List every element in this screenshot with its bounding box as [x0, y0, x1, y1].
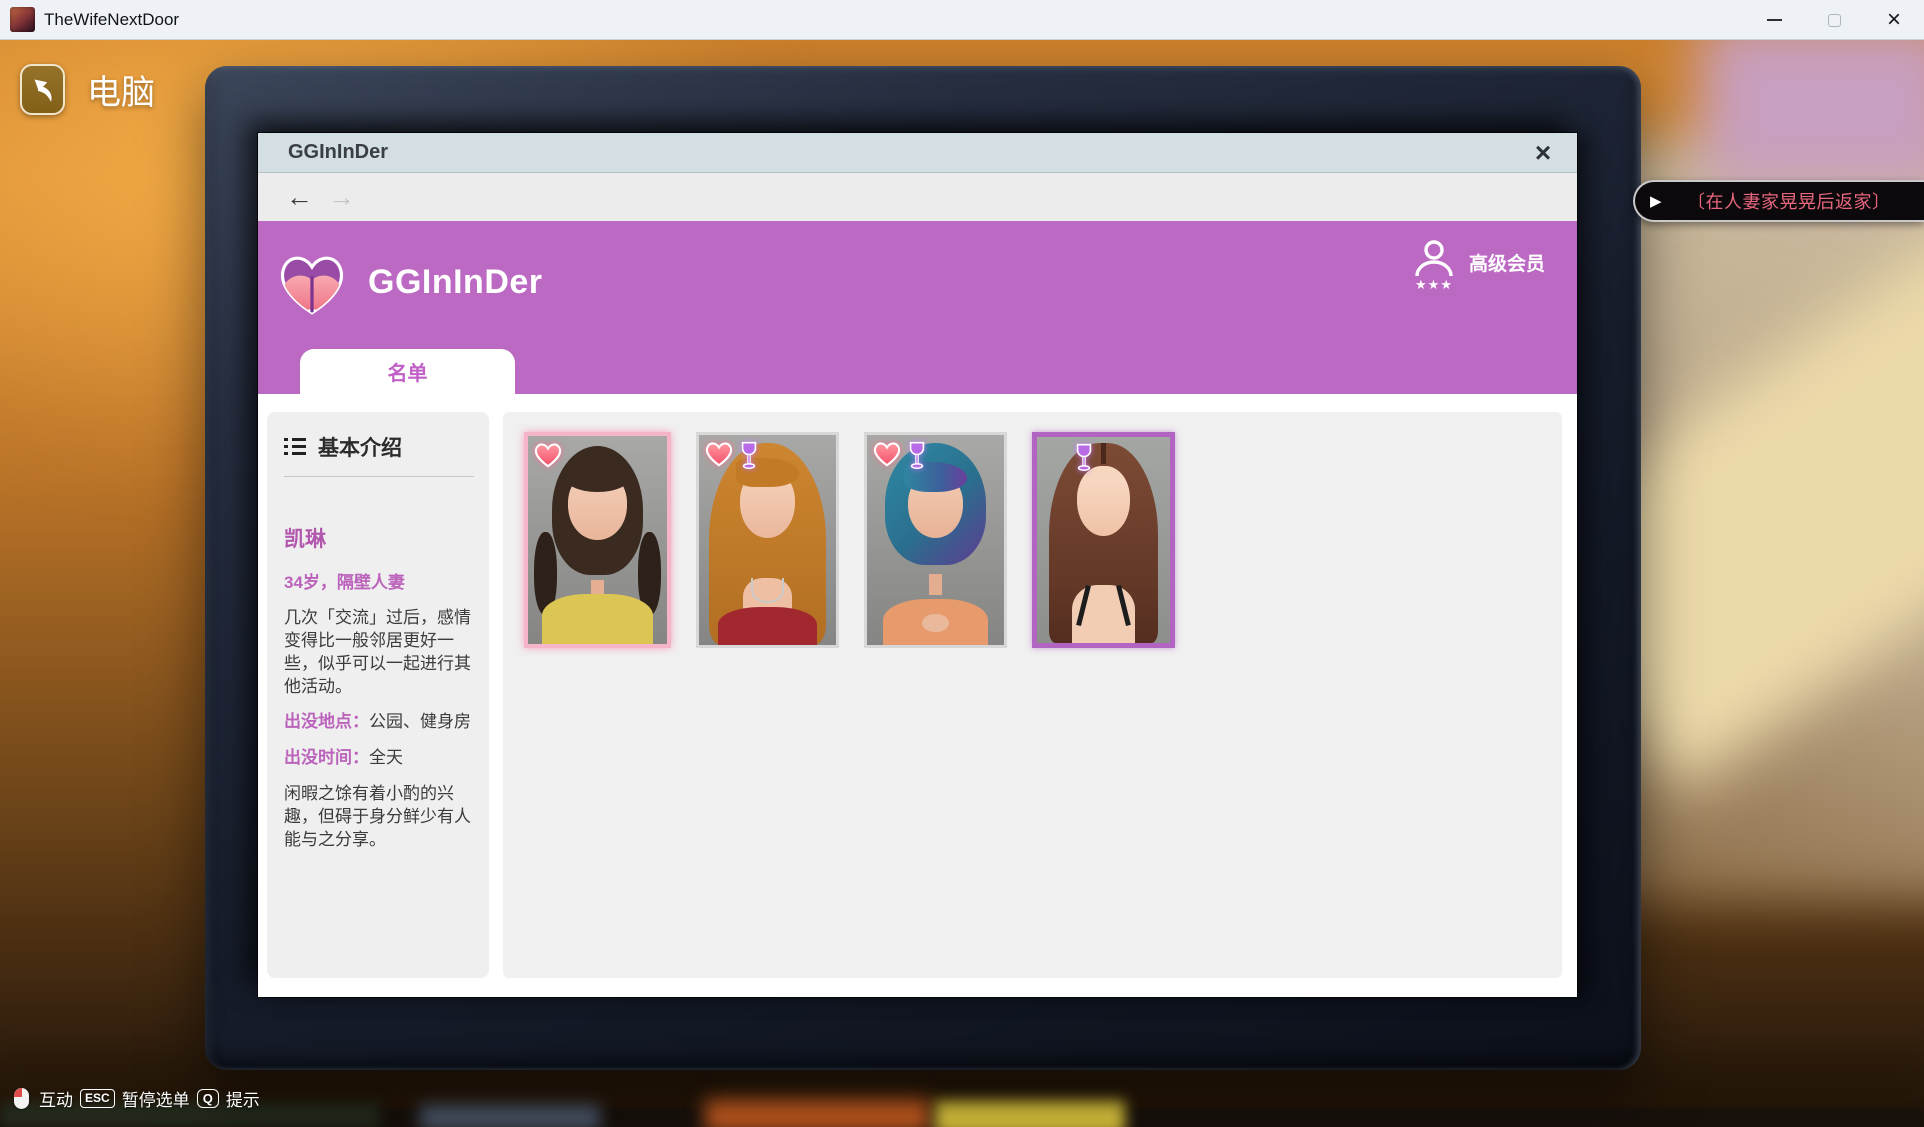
- event-choice-label: 〔在人妻家晃晃后返家〕: [1662, 188, 1924, 214]
- location-value: 公园、健身房: [369, 712, 471, 731]
- monitor-screen: GGInInDer × ← →: [258, 133, 1577, 997]
- control-hints-bar: 互动 ESC 暂停选单 Q 提示: [14, 1086, 260, 1111]
- profile-time-row: 出没时间：全天: [284, 746, 474, 769]
- forward-arrow-icon: →: [328, 182, 355, 212]
- monitor: GGInInDer × ← →: [205, 66, 1641, 1070]
- close-icon: ×: [1887, 8, 1901, 32]
- section-title: 基本介绍: [318, 432, 402, 462]
- brand-heart-logo: [275, 251, 349, 317]
- member-person-icon: [1411, 235, 1457, 281]
- pause-menu-label: 暂停选单: [122, 1086, 190, 1111]
- time-label: 出没时间：: [284, 748, 369, 767]
- back-button[interactable]: [20, 64, 65, 115]
- event-choice-button[interactable]: ▶ 〔在人妻家晃晃后返家〕: [1633, 180, 1924, 222]
- app-close-button[interactable]: ×: [1523, 133, 1563, 173]
- profile-card-grid: [503, 412, 1562, 978]
- minimize-icon: [1767, 19, 1782, 21]
- os-window-title: TheWifeNextDoor: [44, 0, 179, 40]
- time-value: 全天: [369, 748, 403, 767]
- q-key-badge: Q: [197, 1089, 219, 1108]
- list-icon: [284, 438, 306, 456]
- minimize-button[interactable]: [1744, 0, 1804, 40]
- back-arrow-icon: [29, 76, 57, 104]
- app-content: 基本介绍 凯琳 34岁，隔壁人妻 几次「交流」过后，感情变得比一般邻居更好一些，…: [258, 394, 1577, 997]
- profile-card-4[interactable]: [1032, 432, 1175, 648]
- close-icon: ×: [1535, 137, 1551, 169]
- heart-icon: [872, 440, 902, 468]
- background-pink-blur: [1700, 20, 1924, 190]
- play-icon: ▶: [1650, 192, 1662, 210]
- maximize-icon: [1828, 14, 1841, 27]
- back-arrow-icon: ←: [286, 182, 313, 212]
- background-desk-item: [705, 1098, 930, 1127]
- mouse-icon: [14, 1088, 29, 1109]
- hint-label: 提示: [226, 1086, 260, 1111]
- app-header: GGInInDer ★★★ 高级会员 ★ 名单: [258, 221, 1577, 394]
- brand-name: GGInInDer: [368, 263, 543, 302]
- interact-hint-label: 互动: [39, 1086, 73, 1111]
- app-icon: [10, 7, 35, 32]
- tab-list[interactable]: 名单: [300, 349, 515, 394]
- background-desk-item: [935, 1100, 1125, 1127]
- profile-card-3[interactable]: [864, 432, 1007, 648]
- profile-card-2[interactable]: [696, 432, 839, 648]
- profile-location-row: 出没地点：公园、健身房: [284, 710, 474, 733]
- background-desk-item: [420, 1104, 600, 1127]
- profile-name: 凯琳: [284, 523, 474, 553]
- profile-description-1: 几次「交流」过后，感情变得比一般邻居更好一些，似乎可以一起进行其他活动。: [284, 606, 474, 698]
- member-stars-icon: ★★★: [1403, 277, 1465, 293]
- nav-back-button[interactable]: ←: [286, 182, 328, 213]
- wine-glass-icon: [906, 440, 928, 471]
- wine-glass-icon: [1073, 442, 1095, 473]
- heart-icon: [704, 440, 734, 468]
- app-navbar: ← →: [258, 173, 1577, 221]
- heart-icon: [533, 441, 563, 469]
- app-window-title: GGInInDer: [288, 141, 388, 164]
- nav-forward-button[interactable]: →: [328, 182, 370, 213]
- profile-photo: [1037, 437, 1170, 643]
- profile-subtitle: 34岁，隔壁人妻: [284, 568, 474, 593]
- computer-label: 电脑: [87, 65, 155, 114]
- gginin-der-titlebar[interactable]: GGInInDer ×: [258, 133, 1577, 173]
- game-screen: TheWifeNextDoor × 电脑 GGInInDer × ← →: [0, 0, 1924, 1127]
- wine-glass-icon: [738, 440, 760, 471]
- profile-info-panel: 基本介绍 凯琳 34岁，隔壁人妻 几次「交流」过后，感情变得比一般邻居更好一些，…: [267, 412, 489, 978]
- close-window-button[interactable]: ×: [1864, 0, 1924, 40]
- divider: [284, 476, 474, 477]
- esc-key-badge: ESC: [80, 1089, 115, 1108]
- maximize-button[interactable]: [1804, 0, 1864, 40]
- location-label: 出没地点：: [284, 712, 369, 731]
- membership-label: 高级会员: [1469, 249, 1545, 276]
- profile-description-2: 闲暇之馀有着小酌的兴趣，但碍于身分鲜少有人能与之分享。: [284, 782, 474, 851]
- profile-card-1[interactable]: [524, 432, 671, 648]
- os-titlebar: TheWifeNextDoor ×: [0, 0, 1924, 40]
